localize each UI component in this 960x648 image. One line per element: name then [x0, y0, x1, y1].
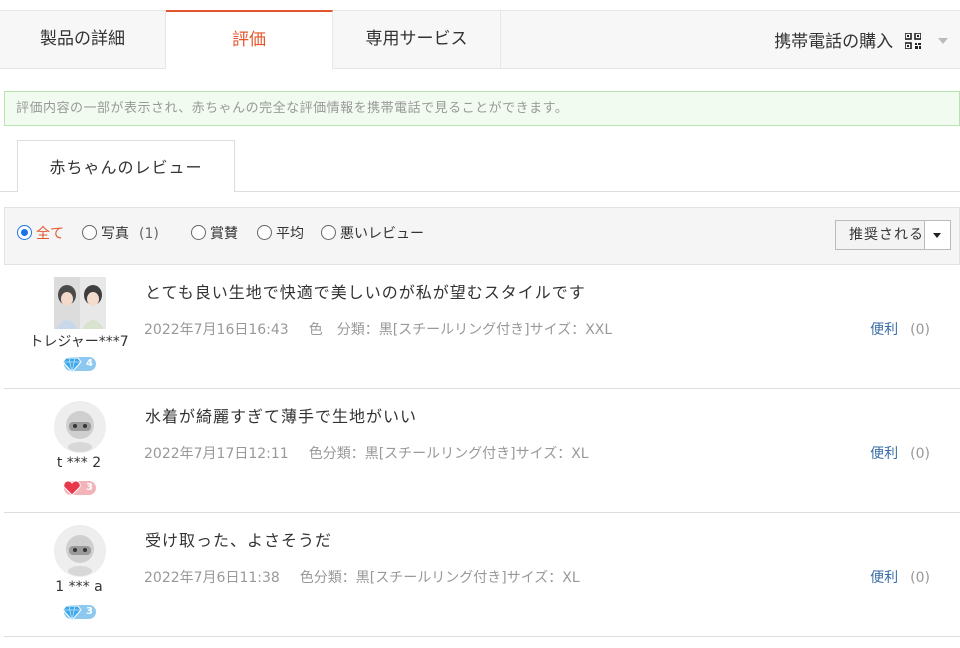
useful-area: 便利 (0) — [870, 567, 930, 587]
review-date: 2022年7月6日11:38 — [144, 570, 280, 586]
mobile-buy-button[interactable]: 携帯電話の購入 — [774, 11, 948, 69]
chevron-down-icon — [938, 38, 948, 44]
sort-select[interactable]: 推奨される — [835, 220, 951, 250]
review-sku: 色分類：黒[スチールリング付き]サイズ：XL — [308, 446, 589, 462]
tab-reviews[interactable]: 評価 — [166, 10, 333, 69]
filter-average-label: 平均 — [276, 226, 304, 242]
tab-product-details[interactable]: 製品の詳細 — [0, 11, 166, 69]
avatar — [54, 277, 106, 329]
default-avatar-icon — [54, 401, 106, 453]
filter-average-radio[interactable]: 平均 — [257, 224, 304, 244]
review-text: 水着が綺麗すぎて薄手で生地がいい — [145, 407, 418, 426]
reviewer-name: t *** 2 — [56, 455, 102, 471]
radio-icon — [321, 225, 336, 240]
review-meta: 2022年7月6日11:38 色分類：黒[スチールリング付き]サイズ：XL — [144, 567, 580, 587]
user-level-badge: 3 — [63, 480, 96, 496]
filter-bad-radio[interactable]: 悪いレビュー — [321, 224, 424, 244]
radio-selected-icon — [17, 225, 32, 240]
reviewer-name: トレジャー***7 — [29, 334, 129, 350]
review-date: 2022年7月17日12:11 — [144, 446, 289, 462]
tab-baby-reviews[interactable]: 赤ちゃんのレビュー — [17, 140, 235, 192]
review-meta: 2022年7月16日16:43 色 分類：黒[スチールリング付き]サイズ：XXL — [144, 319, 612, 339]
mobile-review-notice: 評価内容の一部が表示され、赤ちゃんの完全な評価情報を携帯電話で見ることができます… — [4, 91, 960, 126]
badge-level: 3 — [86, 606, 93, 617]
useful-button[interactable]: 便利 — [870, 446, 898, 462]
review-sku: 色分類：黒[スチールリング付き]サイズ：XL — [299, 570, 580, 586]
sort-select-label: 推奨される — [849, 227, 924, 243]
diamond-icon — [62, 357, 82, 373]
review-meta: 2022年7月17日12:11 色分類：黒[スチールリング付き]サイズ：XL — [144, 443, 589, 463]
useful-count: (0) — [910, 570, 930, 586]
tab-exclusive-service[interactable]: 専用サービス — [333, 11, 501, 69]
badge-level: 4 — [86, 358, 93, 369]
avatar — [54, 401, 106, 453]
radio-icon — [257, 225, 272, 240]
review-filter-bar: 全て 写真 (1) 賞賛 平均 悪いレビュー 推奨される — [4, 207, 960, 265]
useful-count: (0) — [910, 446, 930, 462]
useful-area: 便利 (0) — [870, 319, 930, 339]
reviewer-name: 1 *** a — [55, 579, 103, 595]
qr-code-icon — [904, 33, 921, 49]
useful-count: (0) — [910, 322, 930, 338]
default-avatar-icon — [54, 525, 106, 577]
filter-praise-label: 賞賛 — [210, 226, 238, 242]
user-level-badge: 4 — [62, 357, 96, 373]
user-level-badge: 3 — [62, 605, 96, 621]
filter-praise-radio[interactable]: 賞賛 — [191, 224, 238, 244]
review-item: 1 *** a 3 受け取った、よさそうだ 2022年7月6日11:38 色分類：… — [4, 513, 960, 637]
badge-level: 3 — [86, 482, 93, 493]
review-text: 受け取った、よさそうだ — [145, 531, 333, 550]
review-text: とても良い生地で快適で美しいのが私が望むスタイルです — [145, 283, 586, 302]
review-date: 2022年7月16日16:43 — [144, 322, 289, 338]
useful-button[interactable]: 便利 — [870, 570, 898, 586]
useful-button[interactable]: 便利 — [870, 322, 898, 338]
radio-icon — [191, 225, 206, 240]
avatar — [54, 525, 106, 577]
dropdown-arrow-icon[interactable] — [924, 221, 950, 249]
review-item: t *** 2 3 水着が綺麗すぎて薄手で生地がいい 2022年7月17日12:… — [4, 389, 960, 513]
filter-photo-label: 写真 — [101, 226, 129, 242]
diamond-icon — [62, 605, 82, 621]
review-sku: 色 分類：黒[スチールリング付き]サイズ：XXL — [308, 322, 613, 338]
filter-photo-count: (1) — [139, 226, 159, 242]
heart-icon — [63, 480, 81, 496]
radio-icon — [82, 225, 97, 240]
user-photo-icon — [54, 277, 106, 329]
useful-area: 便利 (0) — [870, 443, 930, 463]
review-item: トレジャー***7 4 とても良い生地で快適で美しいのが私が望むスタイルです 2… — [4, 265, 960, 389]
filter-all-radio[interactable]: 全て — [17, 224, 64, 244]
filter-photo-radio[interactable]: 写真 (1) — [82, 224, 159, 244]
filter-all-label: 全て — [36, 226, 64, 242]
filter-bad-label: 悪いレビュー — [340, 226, 424, 242]
mobile-buy-label: 携帯電話の購入 — [774, 32, 894, 52]
product-tab-bar: 製品の詳細 評価 専用サービス 携帯電話の購入 — [0, 10, 960, 69]
